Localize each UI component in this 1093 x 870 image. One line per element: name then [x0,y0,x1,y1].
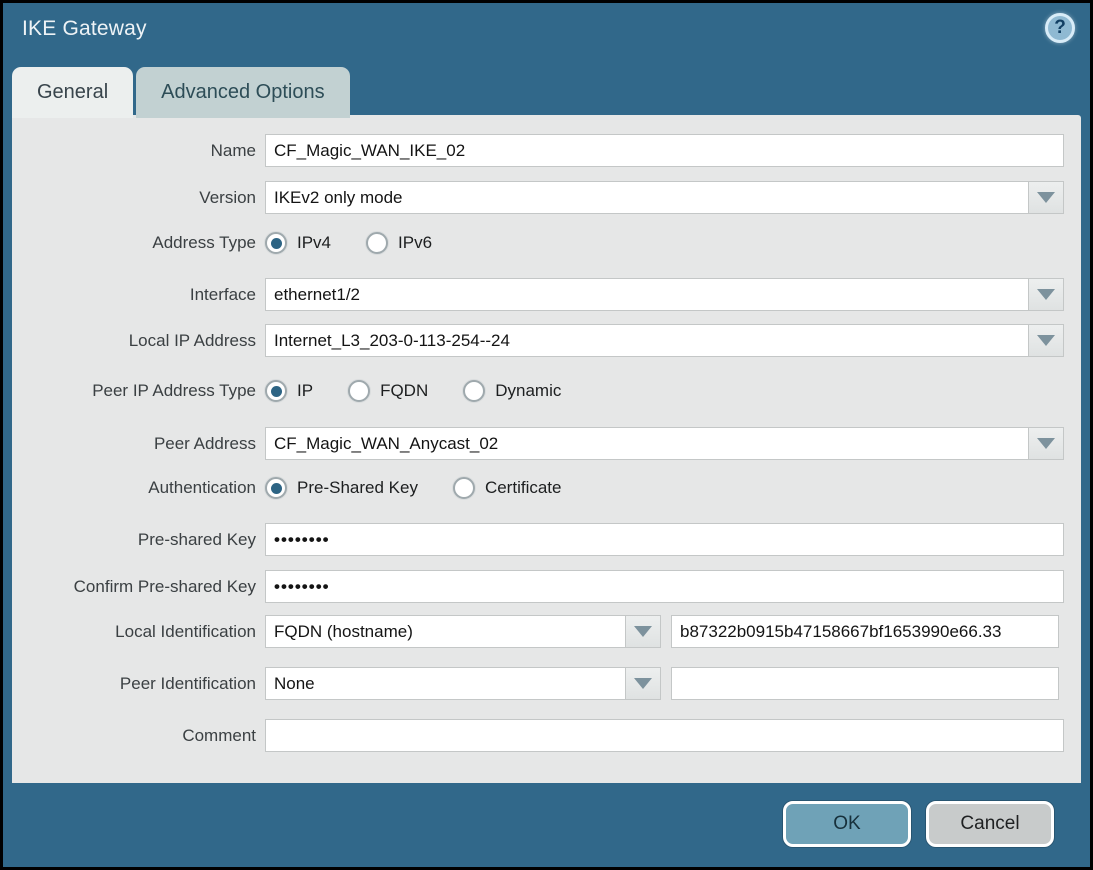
authentication-certificate-radio[interactable] [453,477,475,499]
tab-advanced-options[interactable]: Advanced Options [136,67,349,118]
name-label: Name [12,141,256,161]
peer-ip-type-fqdn-label: FQDN [380,381,428,401]
peer-identification-row: Peer Identification [12,667,1081,700]
local-ip-label: Local IP Address [12,331,256,351]
preshared-key-label: Pre-shared Key [12,530,256,550]
address-type-ipv4-radio[interactable] [265,232,287,254]
interface-label: Interface [12,285,256,305]
peer-ip-type-dynamic-radio[interactable] [463,380,485,402]
interface-combo [265,278,1064,311]
peer-identification-type-combo [265,667,661,700]
interface-row: Interface [12,278,1081,311]
title-bar: IKE Gateway ? [3,3,1090,65]
local-identification-label: Local Identification [12,622,256,642]
address-type-row: Address Type IPv4 IPv6 [12,229,1081,257]
peer-address-label: Peer Address [12,434,256,454]
dialog-body: IKE Gateway ? General Advanced Options N… [3,3,1090,867]
local-identification-type-combo [265,615,661,648]
chevron-down-icon [1037,289,1055,300]
name-input[interactable] [265,134,1064,167]
comment-row: Comment [12,719,1081,752]
peer-ip-type-row: Peer IP Address Type IP FQDN Dynamic [12,377,1081,405]
chevron-down-icon [634,678,652,689]
peer-identification-type-input[interactable] [265,667,626,700]
confirm-preshared-key-row: Confirm Pre-shared Key [12,570,1081,603]
address-type-ipv4-label: IPv4 [297,233,331,253]
authentication-psk-radio[interactable] [265,477,287,499]
peer-identification-value-input[interactable] [671,667,1059,700]
interface-input[interactable] [265,278,1029,311]
address-type-ipv6-radio[interactable] [366,232,388,254]
local-identification-dropdown-button[interactable] [626,615,661,648]
authentication-label: Authentication [12,478,256,498]
chevron-down-icon [1037,335,1055,346]
peer-ip-type-ip-label: IP [297,381,313,401]
local-ip-combo [265,324,1064,357]
version-label: Version [12,188,256,208]
chevron-down-icon [634,626,652,637]
dialog-footer: OK Cancel [3,780,1090,867]
peer-ip-type-label: Peer IP Address Type [12,381,256,401]
peer-address-combo [265,427,1064,460]
authentication-certificate-label: Certificate [485,478,562,498]
peer-identification-label: Peer Identification [12,674,256,694]
preshared-key-row: Pre-shared Key [12,523,1081,556]
comment-label: Comment [12,726,256,746]
help-icon[interactable]: ? [1045,13,1075,43]
ok-button[interactable]: OK [783,801,911,847]
peer-identification-dropdown-button[interactable] [626,667,661,700]
confirm-preshared-key-label: Confirm Pre-shared Key [12,577,256,597]
version-input[interactable] [265,181,1029,214]
peer-address-dropdown-button[interactable] [1029,427,1064,460]
chevron-down-icon [1037,438,1055,449]
comment-input[interactable] [265,719,1064,752]
version-dropdown-button[interactable] [1029,181,1064,214]
local-ip-dropdown-button[interactable] [1029,324,1064,357]
cancel-button[interactable]: Cancel [926,801,1054,847]
local-ip-row: Local IP Address [12,324,1081,357]
tab-general[interactable]: General [12,67,133,118]
version-combo [265,181,1064,214]
interface-dropdown-button[interactable] [1029,278,1064,311]
local-ip-input[interactable] [265,324,1029,357]
peer-ip-type-ip-radio[interactable] [265,380,287,402]
preshared-key-input[interactable] [265,523,1064,556]
address-type-ipv6-label: IPv6 [398,233,432,253]
local-identification-type-input[interactable] [265,615,626,648]
peer-address-input[interactable] [265,427,1029,460]
ike-gateway-dialog: IKE Gateway ? General Advanced Options N… [0,0,1093,870]
tab-bar: General Advanced Options [12,67,350,118]
general-tab-panel: Name Version Address Type IPv4 IPv6 [12,115,1081,783]
confirm-preshared-key-input[interactable] [265,570,1064,603]
chevron-down-icon [1037,192,1055,203]
page-title: IKE Gateway [22,17,147,41]
authentication-row: Authentication Pre-Shared Key Certificat… [12,474,1081,502]
peer-address-row: Peer Address [12,427,1081,460]
local-identification-row: Local Identification [12,615,1081,648]
peer-ip-type-fqdn-radio[interactable] [348,380,370,402]
name-row: Name [12,134,1081,167]
address-type-label: Address Type [12,233,256,253]
local-identification-value-input[interactable] [671,615,1059,648]
authentication-psk-label: Pre-Shared Key [297,478,418,498]
peer-ip-type-dynamic-label: Dynamic [495,381,561,401]
version-row: Version [12,181,1081,214]
